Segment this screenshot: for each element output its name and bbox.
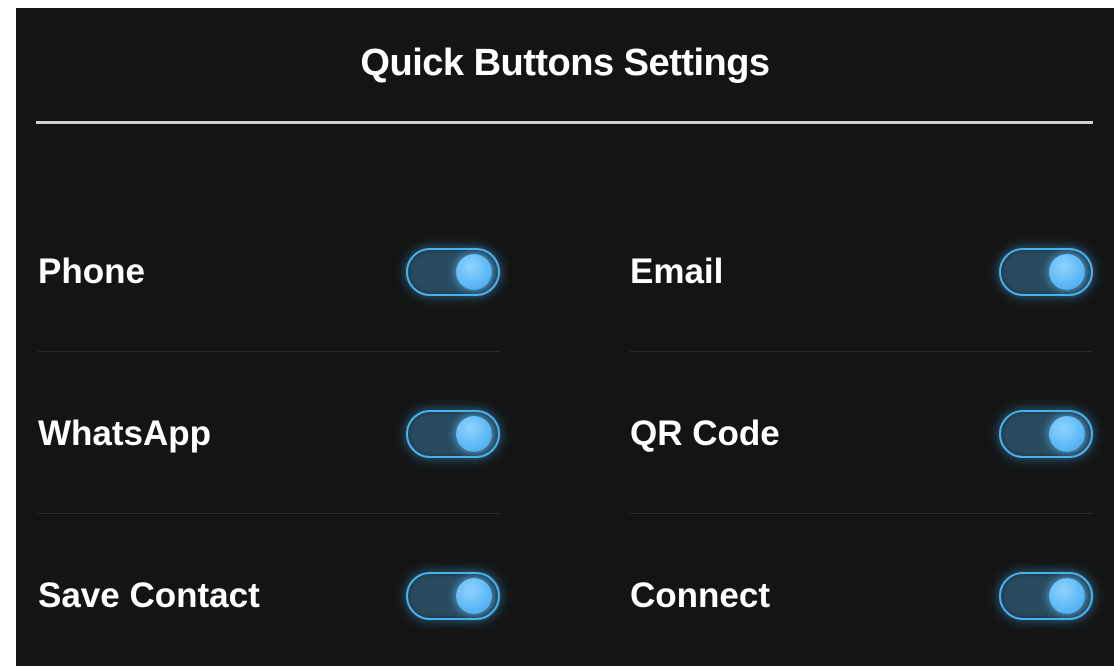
quick-buttons-settings-panel: Quick Buttons Settings Phone Email Whats… [16,8,1114,666]
setting-row-connect: Connect [630,564,1093,628]
row-divider [630,351,1093,352]
title-divider [36,121,1093,124]
setting-label-save-contact: Save Contact [38,576,260,615]
phone-toggle[interactable] [406,248,500,296]
row-divider [630,513,1093,514]
setting-label-email: Email [630,252,724,291]
email-toggle[interactable] [999,248,1093,296]
setting-label-whatsapp: WhatsApp [38,414,212,453]
toggle-knob [456,416,492,452]
setting-row-email: Email [630,240,1093,304]
setting-row-qr-code: QR Code [630,402,1093,466]
connect-toggle[interactable] [999,572,1093,620]
setting-label-phone: Phone [38,252,145,291]
qr-code-toggle[interactable] [999,410,1093,458]
toggle-knob [1049,416,1085,452]
setting-row-save-contact: Save Contact [38,564,500,628]
setting-label-connect: Connect [630,576,770,615]
save-contact-toggle[interactable] [406,572,500,620]
toggle-knob [1049,254,1085,290]
toggle-knob [456,254,492,290]
setting-label-qr-code: QR Code [630,414,780,453]
setting-row-phone: Phone [38,240,500,304]
toggle-knob [456,578,492,614]
row-divider [38,513,500,514]
setting-row-whatsapp: WhatsApp [38,402,500,466]
toggle-knob [1049,578,1085,614]
whatsapp-toggle[interactable] [406,410,500,458]
panel-title: Quick Buttons Settings [360,42,770,84]
row-divider [38,351,500,352]
